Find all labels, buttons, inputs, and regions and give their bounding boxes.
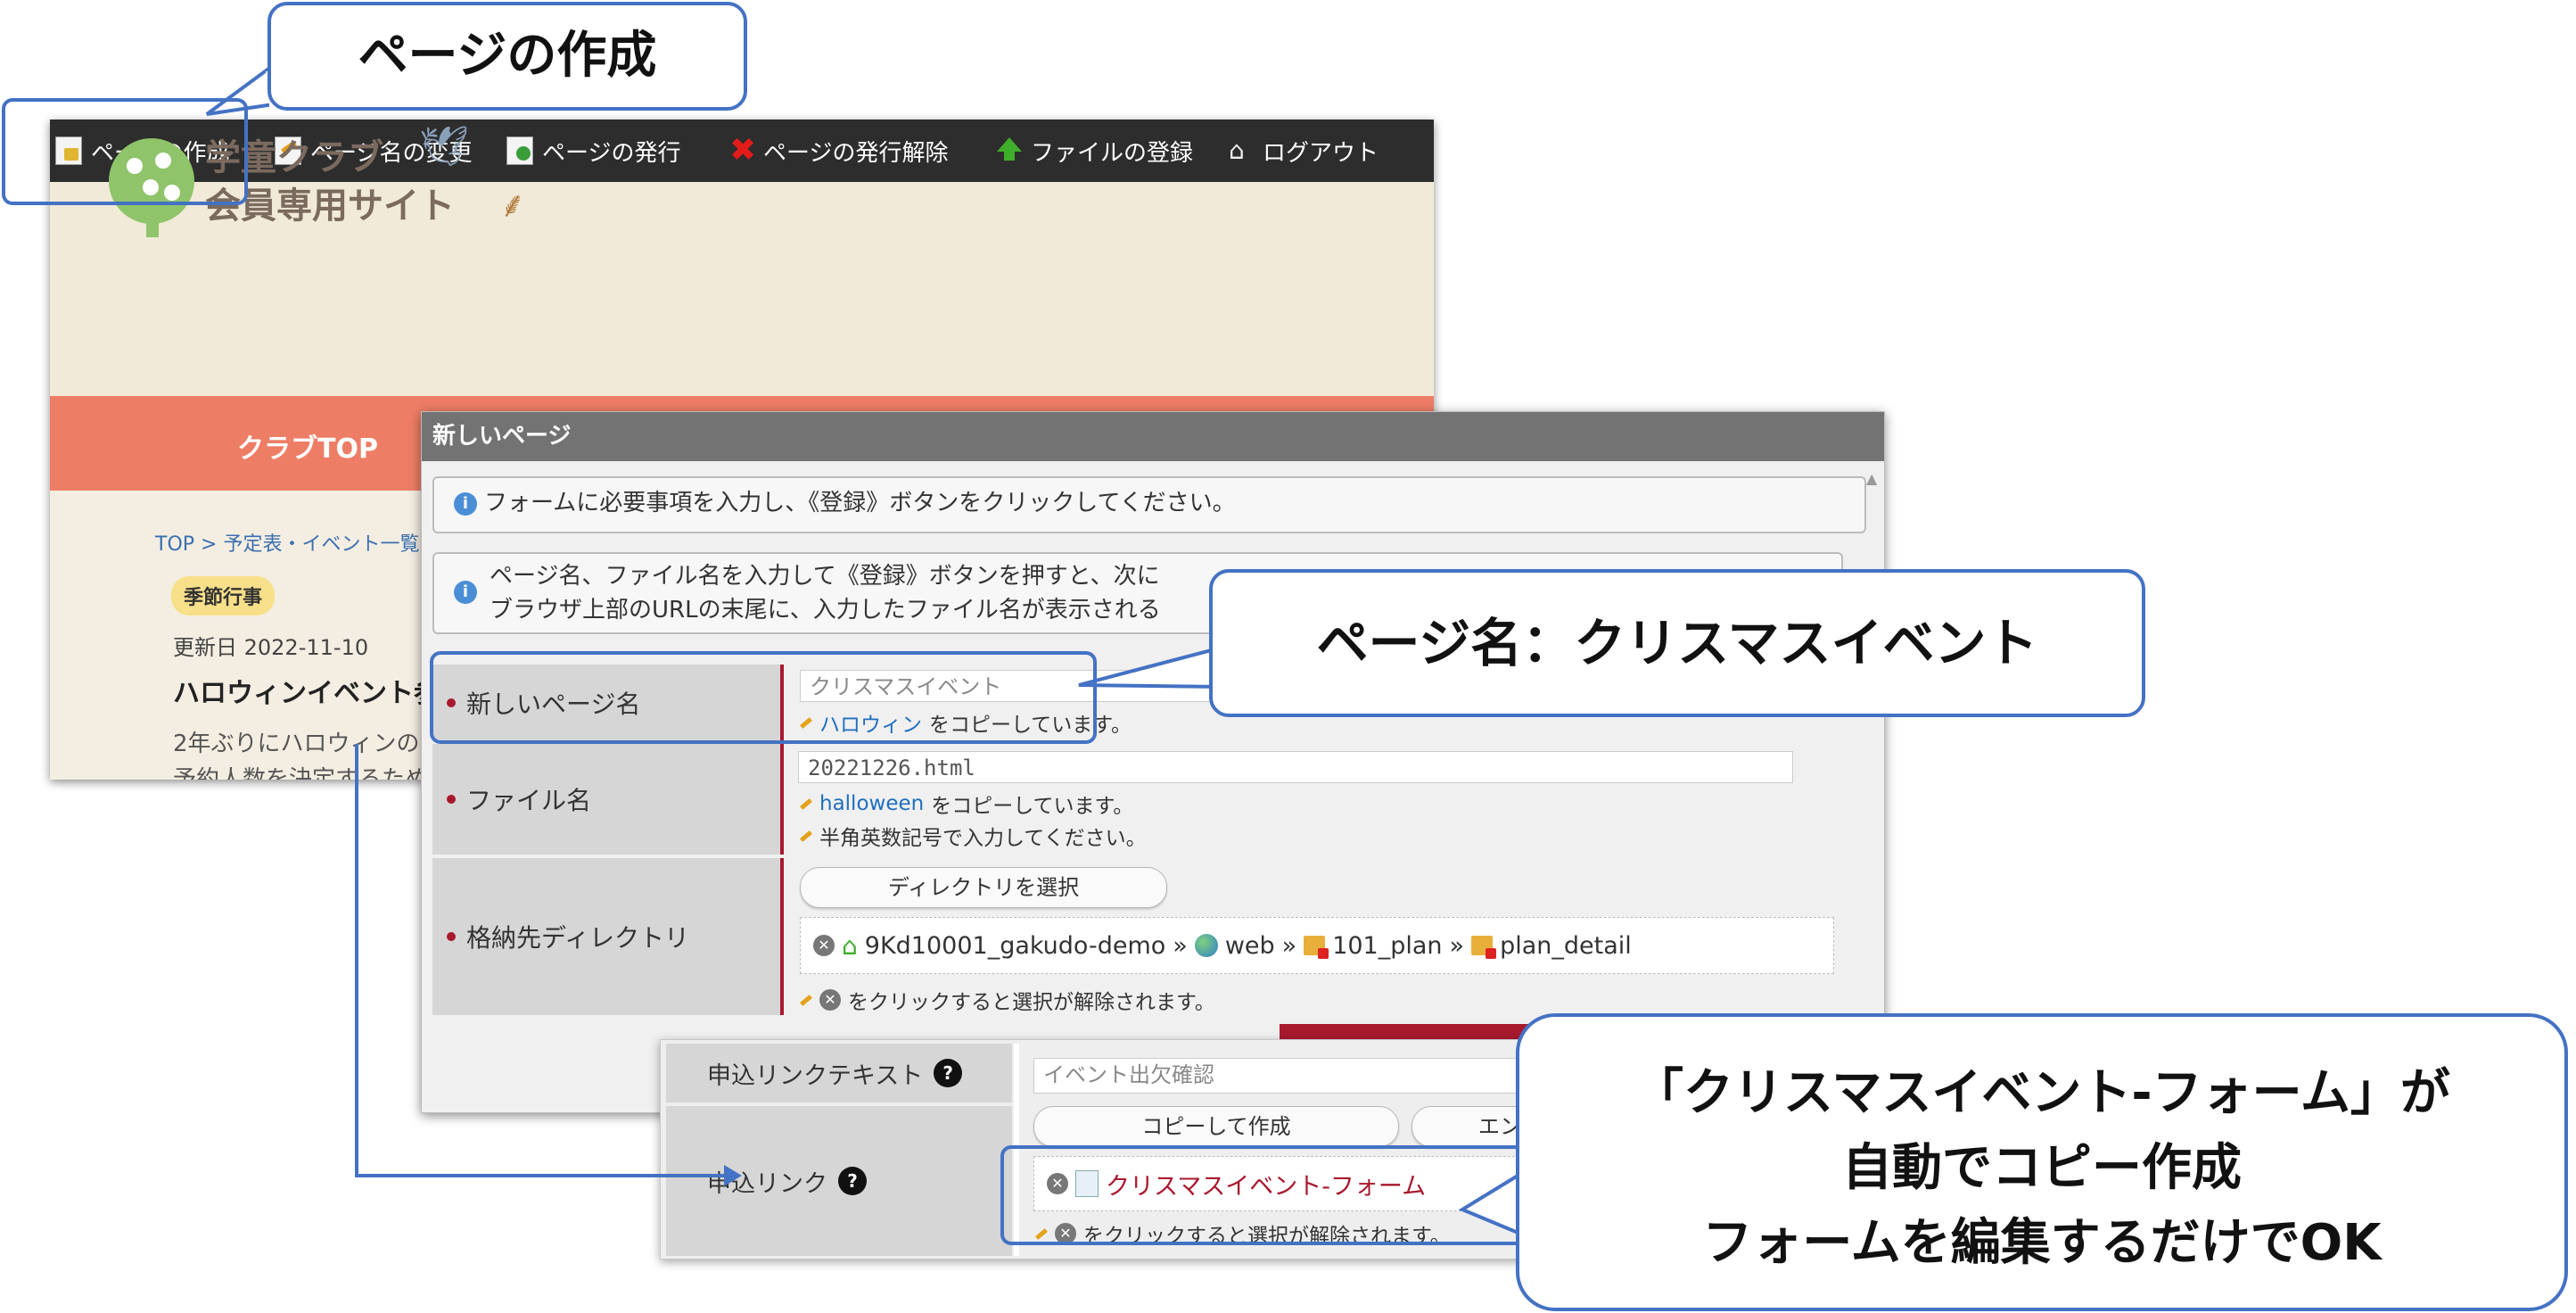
- highlight-create-page: [2, 98, 248, 205]
- connector-line: [355, 744, 724, 1177]
- callout-line: フォームを編集するだけでOK: [1702, 1214, 2382, 1272]
- callout-create-page: ページの作成: [267, 2, 747, 111]
- highlight-linked-form: [1000, 1145, 1535, 1245]
- highlight-page-name: [430, 651, 1097, 744]
- callout-line: 「クリスマスイベント-フォーム」が: [1634, 1064, 2450, 1122]
- callout-form-copy: 「クリスマスイベント-フォーム」が 自動でコピー作成 フォームを編集するだけでO…: [1516, 1013, 2568, 1311]
- callout-line: 自動でコピー作成: [1842, 1139, 2242, 1197]
- callout-tail: [1078, 645, 1223, 690]
- callout-page-name: ページ名：クリスマスイベント: [1209, 569, 2145, 717]
- connector-arrowhead: [724, 1165, 742, 1186]
